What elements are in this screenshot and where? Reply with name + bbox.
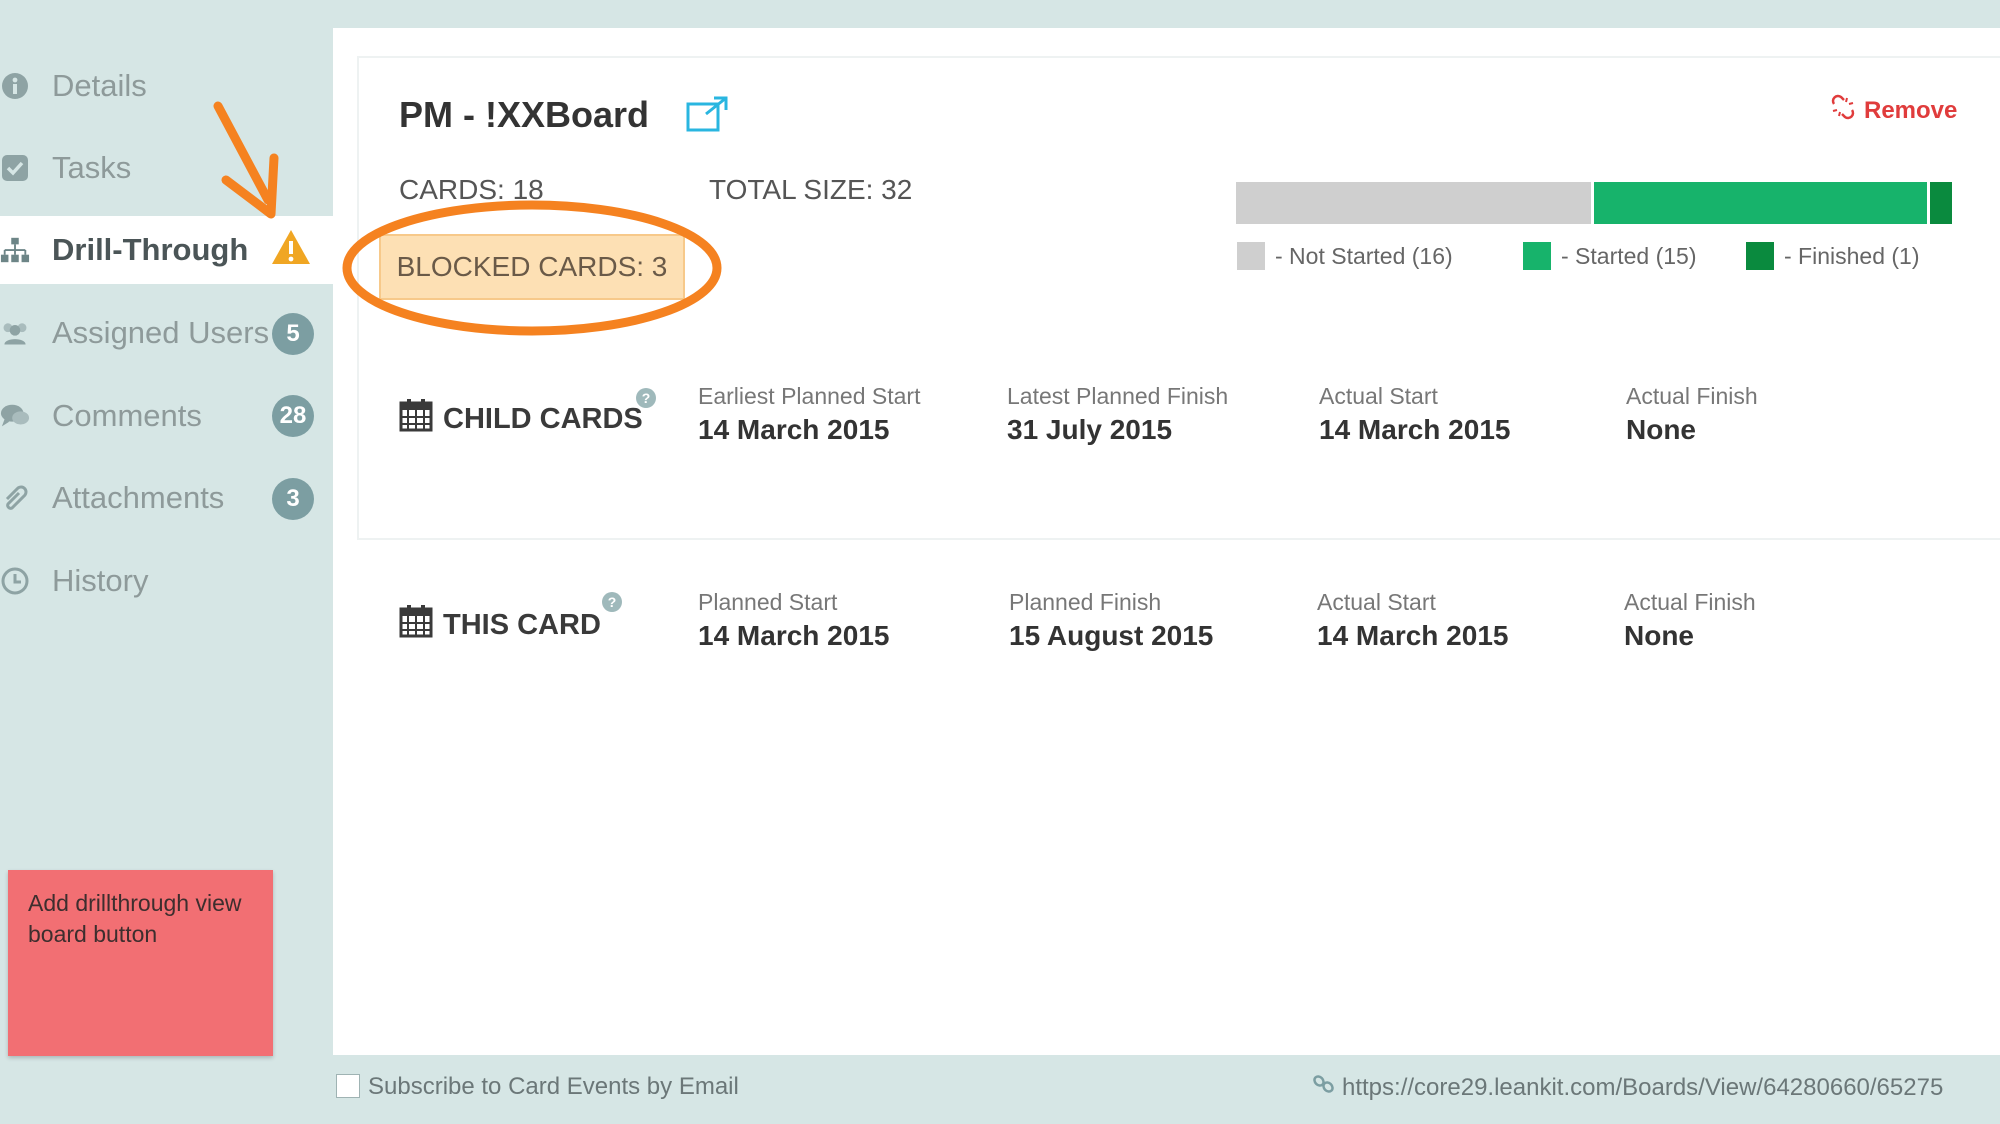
annotation-arrow-icon	[213, 101, 279, 219]
annotation-circle	[342, 200, 722, 336]
annotation-overlay	[213, 101, 722, 336]
